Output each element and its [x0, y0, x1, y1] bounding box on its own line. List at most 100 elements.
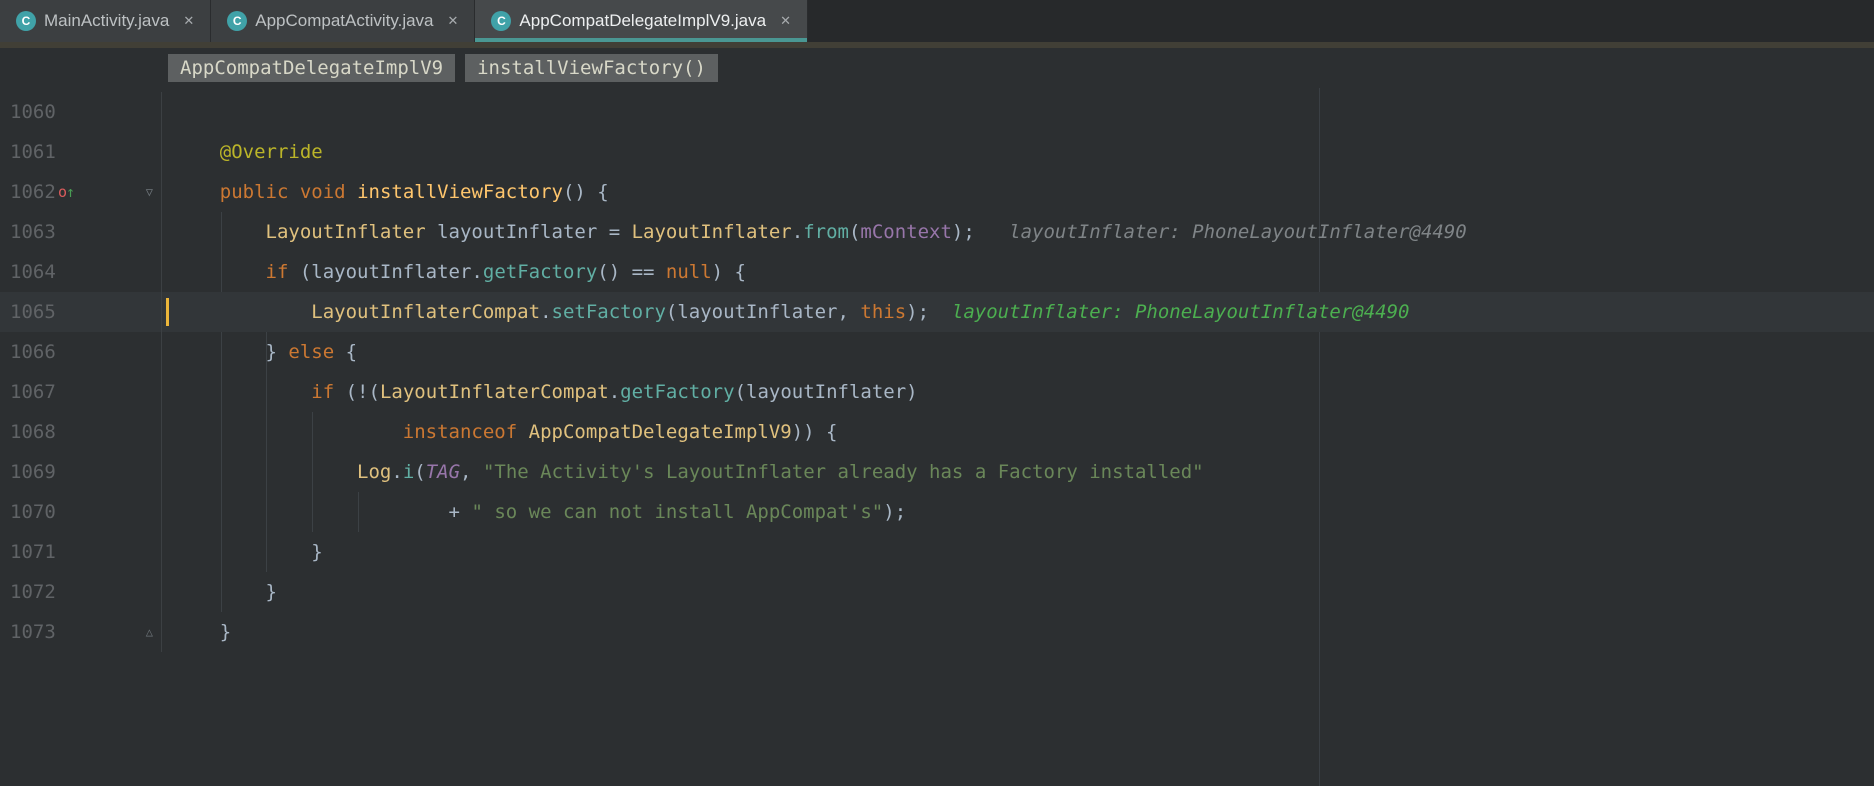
code-token: AppCompatDelegateImplV9 [528, 421, 792, 443]
editor-tab[interactable]: C AppCompatDelegateImplV9.java ✕ [475, 0, 808, 42]
override-marker-o: o [58, 183, 67, 201]
code-token: getFactory [620, 381, 735, 403]
code-line-text[interactable]: if (layoutInflater.getFactory() == null)… [162, 252, 1874, 292]
line-number: 1065 [10, 301, 56, 323]
editor-tab[interactable]: C AppCompatActivity.java ✕ [211, 0, 476, 42]
code-line-text[interactable]: } [162, 532, 1874, 572]
code-token: )) { [791, 421, 838, 443]
code-line-text[interactable]: instanceof AppCompatDelegateImplV9)) { [162, 412, 1874, 452]
code-token: . [540, 301, 552, 323]
code-token: TAG [425, 461, 461, 483]
code-line-text[interactable]: LayoutInflaterCompat.setFactory(layoutIn… [162, 292, 1874, 332]
code-line[interactable]: 1060 [0, 92, 1874, 132]
gutter-cell[interactable]: 1073 △ [0, 612, 162, 652]
gutter-cell[interactable]: 1064 [0, 252, 162, 292]
code-token: if [311, 381, 335, 403]
code-line-text[interactable]: } else { [162, 332, 1874, 372]
gutter-cell[interactable]: 1071 [0, 532, 162, 572]
code-token: mContext [860, 221, 952, 243]
code-line-text[interactable]: Log.i(TAG, "The Activity's LayoutInflate… [162, 452, 1874, 492]
code-line-text[interactable] [162, 92, 1874, 132]
gutter-cell[interactable]: 1067 [0, 372, 162, 412]
gutter-cell[interactable]: 1063 [0, 212, 162, 252]
code-token: (layoutInflater. [288, 261, 483, 283]
code-line[interactable]: 1065 LayoutInflaterCompat.setFactory(lay… [0, 292, 1874, 332]
breadcrumb-item[interactable]: AppCompatDelegateImplV9 [168, 54, 456, 82]
gutter-cell[interactable]: 1062 o↑ ▽ [0, 172, 162, 212]
code-line[interactable]: 1073 △ } [0, 612, 1874, 652]
close-icon[interactable]: ✕ [183, 13, 194, 29]
gutter-cell[interactable]: 1069 [0, 452, 162, 492]
gutter-cell[interactable]: 1070 [0, 492, 162, 532]
override-marker-arrow: ↑ [66, 183, 75, 201]
code-token: void [299, 181, 346, 203]
override-method-icon[interactable]: o↑ [58, 172, 75, 212]
line-number: 1067 [10, 381, 56, 403]
gutter-cell[interactable]: 1066 [0, 332, 162, 372]
code-token: + [448, 501, 472, 523]
close-icon[interactable]: ✕ [780, 13, 791, 29]
code-line[interactable]: 1061 @Override [0, 132, 1874, 172]
code-token: . [391, 461, 403, 483]
code-token: . [608, 381, 621, 403]
code-token: LayoutInflaterCompat [379, 381, 609, 403]
code-line-text[interactable]: @Override [162, 132, 1874, 172]
code-editor[interactable]: 1060 1061 @Override 1062 o↑ ▽ public void in… [0, 88, 1874, 786]
code-token: ( [414, 461, 426, 483]
code-token: "The Activity's LayoutInflater already h… [482, 461, 1204, 483]
code-line[interactable]: 1064 if (layoutInflater.getFactory() == … [0, 252, 1874, 292]
close-icon[interactable]: ✕ [448, 13, 459, 29]
code-line[interactable]: 1069 Log.i(TAG, "The Activity's LayoutIn… [0, 452, 1874, 492]
code-token: } [265, 581, 277, 603]
code-line[interactable]: 1066 } else { [0, 332, 1874, 372]
code-line[interactable]: 1070 + " so we can not install AppCompat… [0, 492, 1874, 532]
code-line-text[interactable]: if (!(LayoutInflaterCompat.getFactory(la… [162, 372, 1874, 412]
code-line[interactable]: 1067 if (!(LayoutInflaterCompat.getFacto… [0, 372, 1874, 412]
fold-end-icon[interactable]: △ [146, 612, 153, 652]
code-token: from [803, 221, 849, 243]
code-line[interactable]: 1063 LayoutInflater layoutInflater = Lay… [0, 212, 1874, 252]
code-token: { [334, 341, 358, 363]
code-line-text[interactable]: } [162, 612, 1874, 652]
code-token: ); [906, 301, 930, 323]
gutter-cell[interactable]: 1060 [0, 92, 162, 132]
code-token: " so we can not install AppCompat's" [471, 501, 884, 523]
code-line-text[interactable]: + " so we can not install AppCompat's"); [162, 492, 1874, 532]
code-token: public [219, 181, 289, 203]
editor-tab[interactable]: C MainActivity.java ✕ [0, 0, 212, 42]
gutter-cell[interactable]: 1061 [0, 132, 162, 172]
code-token: . [791, 221, 804, 243]
java-class-icon: C [491, 11, 512, 31]
gutter-cell[interactable]: 1068 [0, 412, 162, 452]
gutter-cell[interactable]: 1072 [0, 572, 162, 612]
tab-label: AppCompatDelegateImplV9.java [519, 11, 767, 30]
code-line[interactable]: 1072 } [0, 572, 1874, 612]
execution-pointer-bar [166, 298, 169, 326]
code-token: i [402, 461, 415, 483]
fold-start-icon[interactable]: ▽ [146, 172, 153, 212]
code-line-text[interactable]: public void installViewFactory() { [162, 172, 1874, 212]
code-line[interactable]: 1062 o↑ ▽ public void installViewFactory()… [0, 172, 1874, 212]
line-number: 1066 [10, 341, 56, 363]
code-token: (layoutInflater, [665, 301, 861, 323]
ide-window: { "tabs": [ {"label": "MainActivity.java… [0, 0, 1874, 786]
line-number: 1069 [10, 461, 56, 483]
code-token: layoutInflater: PhoneLayoutInflater@4490 [951, 301, 1410, 323]
code-line-text[interactable]: } [162, 572, 1874, 612]
code-token: () { [562, 181, 609, 203]
code-token: layoutInflater: PhoneLayoutInflater@4490 [1009, 221, 1467, 243]
breadcrumb-bar: AppCompatDelegateImplV9 installViewFactor… [0, 48, 1874, 88]
gutter-cell[interactable]: 1065 [0, 292, 162, 332]
code-line-text[interactable]: LayoutInflater layoutInflater = LayoutIn… [162, 212, 1874, 252]
code-line[interactable]: 1068 instanceof AppCompatDelegateImplV9)… [0, 412, 1874, 452]
code-line[interactable]: 1071 } [0, 532, 1874, 572]
breadcrumb-item[interactable]: installViewFactory() [465, 54, 718, 82]
